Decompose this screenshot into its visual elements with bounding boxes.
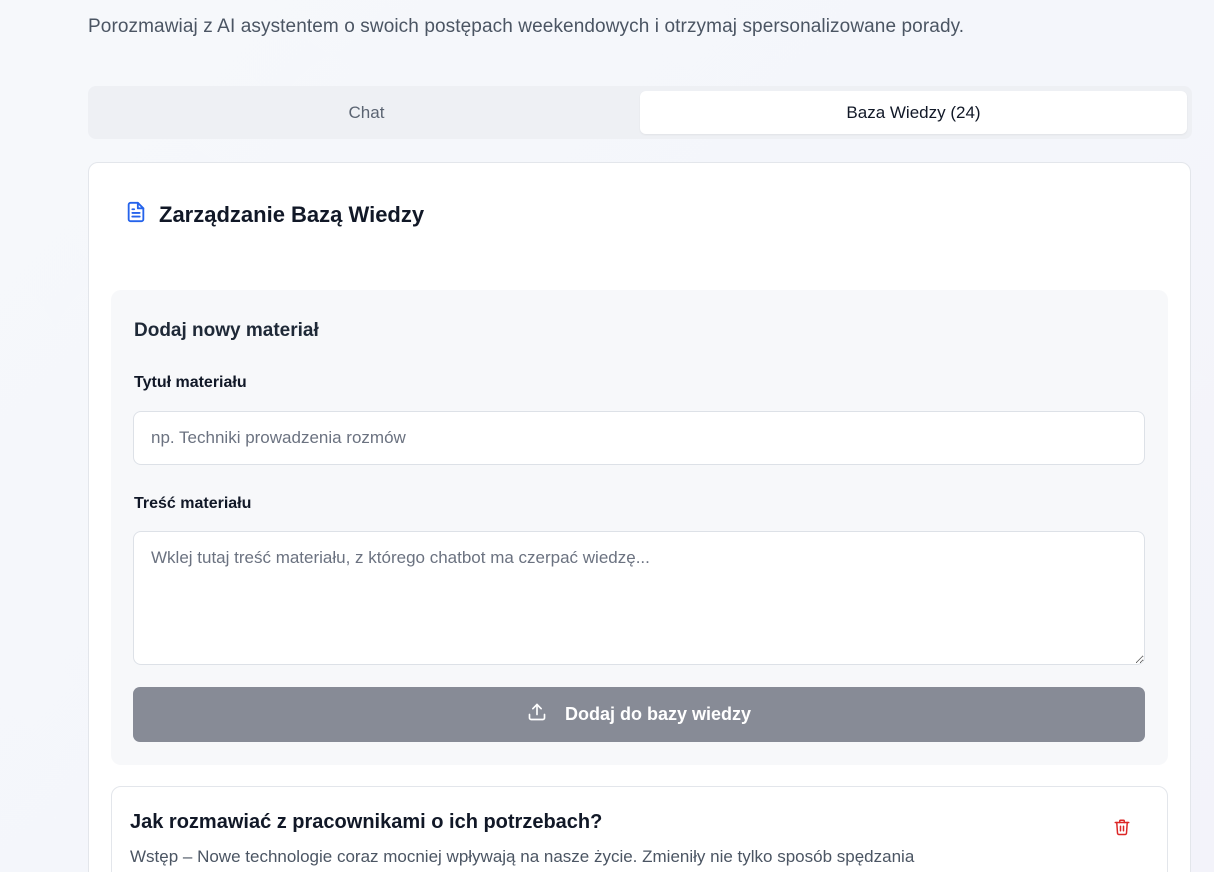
content-label: Treść materiału bbox=[134, 495, 252, 512]
trash-icon[interactable] bbox=[1113, 817, 1131, 842]
knowledge-item: Jak rozmawiać z pracownikami o ich potrz… bbox=[111, 786, 1168, 872]
knowledge-item-preview: Wstęp – Nowe technologie coraz mocniej w… bbox=[130, 847, 915, 866]
tab-chat[interactable]: Chat bbox=[93, 91, 640, 134]
document-icon bbox=[125, 201, 147, 228]
add-material-form: Dodaj nowy materiał Tytuł materiału Treś… bbox=[111, 290, 1168, 765]
content-textarea[interactable] bbox=[133, 531, 1145, 665]
page-description: Porozmawiaj z AI asystentem o swoich pos… bbox=[88, 16, 965, 37]
title-label: Tytuł materiału bbox=[134, 374, 247, 391]
title-input[interactable] bbox=[133, 411, 1145, 465]
tab-knowledge-base[interactable]: Baza Wiedzy (24) bbox=[640, 91, 1187, 134]
submit-label: Dodaj do bazy wiedzy bbox=[564, 704, 752, 724]
card-title: Zarządzanie Bazą Wiedzy bbox=[159, 201, 425, 227]
knowledge-base-card: Zarządzanie Bazą Wiedzy Dodaj nowy mater… bbox=[88, 162, 1191, 872]
add-to-knowledge-base-button[interactable]: Dodaj do bazy wiedzy bbox=[133, 687, 1145, 742]
card-header: Zarządzanie Bazą Wiedzy bbox=[125, 201, 424, 228]
knowledge-item-title: Jak rozmawiać z pracownikami o ich potrz… bbox=[130, 811, 603, 833]
form-heading: Dodaj nowy materiał bbox=[134, 320, 319, 341]
tab-bar: Chat Baza Wiedzy (24) bbox=[88, 86, 1192, 139]
upload-icon bbox=[527, 702, 547, 727]
